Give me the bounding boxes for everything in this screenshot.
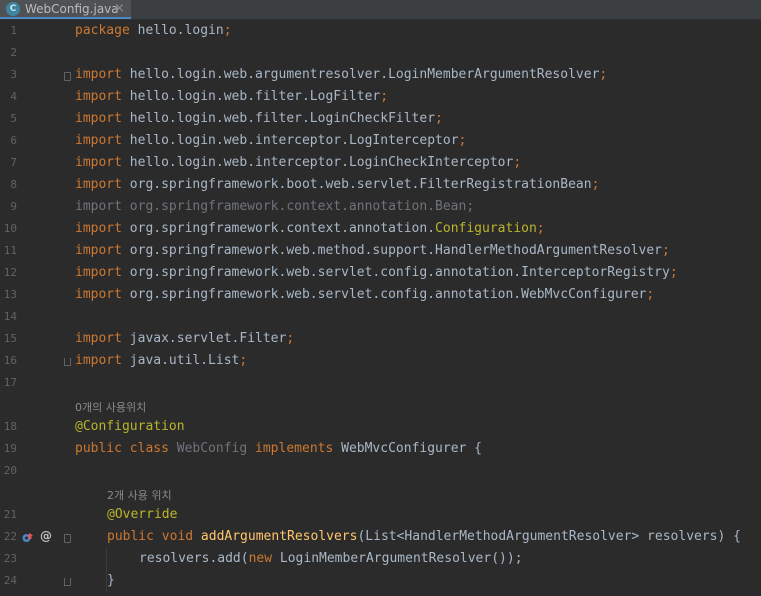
line-number: 5 — [10, 112, 17, 125]
code-line: 10 import org.springframework.context.an… — [0, 219, 761, 241]
code-line: 19 public class WebConfig implements Web… — [0, 439, 761, 461]
usages-hint[interactable]: 2개 사용 위치 — [107, 487, 172, 503]
code-line: 2 — [0, 43, 761, 65]
inlay-hint-line: 0개의 사용위치 — [0, 395, 761, 417]
code-line: 17 — [0, 373, 761, 395]
code-line: 7 import hello.login.web.interceptor.Log… — [0, 153, 761, 175]
code-text: import org.springframework.web.method.su… — [75, 243, 670, 258]
code-text: import javax.servlet.Filter; — [75, 331, 295, 346]
line-number: 9 — [10, 200, 17, 213]
code-text: import hello.login.web.filter.LoginCheck… — [75, 111, 443, 126]
code-text: resolvers.add(new LoginMemberArgumentRes… — [139, 551, 523, 566]
line-number: 22 — [3, 530, 17, 543]
line-number: 19 — [3, 442, 17, 455]
code-text: import hello.login.web.interceptor.LogIn… — [75, 133, 467, 148]
code-line: 12 import org.springframework.web.servle… — [0, 263, 761, 285]
line-number: 7 — [10, 156, 17, 169]
code-text: public class WebConfig implements WebMvc… — [75, 441, 483, 456]
annotation-text: @Configuration — [75, 419, 185, 434]
code-line: 3 import hello.login.web.argumentresolve… — [0, 65, 761, 87]
line-number: 6 — [10, 134, 17, 147]
close-icon[interactable]: × — [114, 1, 125, 16]
code-text: import java.util.List; — [75, 353, 248, 368]
code-line: 16 import java.util.List; — [0, 351, 761, 373]
line-number: 11 — [3, 244, 17, 257]
code-editor[interactable]: 1 package hello.login; 2 3 import hello.… — [0, 20, 761, 596]
overrides-method-icon[interactable] — [22, 532, 33, 543]
line-number: 17 — [3, 376, 17, 389]
fold-toggle-icon[interactable] — [64, 534, 71, 543]
line-number: 1 — [10, 24, 17, 37]
line-number: 8 — [10, 178, 17, 191]
line-number: 3 — [10, 68, 17, 81]
tab-label: WebConfig.java — [25, 2, 119, 16]
at-icon[interactable]: @ — [40, 529, 52, 543]
code-text: public void addArgumentResolvers(List<Ha… — [107, 529, 741, 544]
code-text: import hello.login.web.argumentresolver.… — [75, 67, 608, 82]
code-text: import org.springframework.context.annot… — [75, 221, 545, 236]
code-line: 13 import org.springframework.web.servle… — [0, 285, 761, 307]
code-line: 8 import org.springframework.boot.web.se… — [0, 175, 761, 197]
line-number: 13 — [3, 288, 17, 301]
code-text: } — [107, 573, 115, 588]
line-number: 24 — [3, 574, 17, 587]
code-line: 4 import hello.login.web.filter.LogFilte… — [0, 87, 761, 109]
line-number: 12 — [3, 266, 17, 279]
code-line: 5 import hello.login.web.filter.LoginChe… — [0, 109, 761, 131]
tab-webconfig-java[interactable]: C WebConfig.java × — [0, 0, 131, 19]
line-number: 16 — [3, 354, 17, 367]
code-line: 14 — [0, 307, 761, 329]
code-text: import org.springframework.web.servlet.c… — [75, 265, 678, 280]
usages-hint[interactable]: 0개의 사용위치 — [75, 399, 146, 415]
code-text: import hello.login.web.filter.LogFilter; — [75, 89, 389, 104]
code-line: 23 resolvers.add(new LoginMemberArgument… — [0, 549, 761, 571]
line-number: 20 — [3, 464, 17, 477]
code-text: package hello.login; — [75, 23, 232, 38]
code-line: 15 import javax.servlet.Filter; — [0, 329, 761, 351]
code-line: 1 package hello.login; — [0, 21, 761, 43]
fold-end-icon[interactable] — [64, 578, 71, 586]
java-class-icon: C — [6, 2, 20, 16]
line-number: 4 — [10, 90, 17, 103]
code-text: import org.springframework.web.servlet.c… — [75, 287, 655, 302]
fold-toggle-icon[interactable] — [64, 72, 71, 81]
code-line: 18 @Configuration — [0, 417, 761, 439]
code-line: 9 import org.springframework.context.ann… — [0, 197, 761, 219]
line-number: 15 — [3, 332, 17, 345]
line-number: 18 — [3, 420, 17, 433]
code-line: 11 import org.springframework.web.method… — [0, 241, 761, 263]
line-number: 14 — [3, 310, 17, 323]
inlay-hint-line: 2개 사용 위치 — [0, 483, 761, 505]
code-text: import hello.login.web.interceptor.Login… — [75, 155, 522, 170]
line-number: 23 — [3, 552, 17, 565]
line-number: 2 — [10, 46, 17, 59]
annotation-text: @Override — [107, 507, 178, 522]
code-line: 22 @ public void addArgumentResolvers(Li… — [0, 527, 761, 549]
code-line: 24 } — [0, 571, 761, 593]
fold-end-icon[interactable] — [64, 358, 71, 366]
editor-tab-bar: C WebConfig.java × — [0, 0, 761, 20]
code-text: import org.springframework.boot.web.serv… — [75, 177, 600, 192]
line-number: 21 — [3, 508, 17, 521]
line-number: 10 — [3, 222, 17, 235]
code-line: 21 @Override — [0, 505, 761, 527]
code-line: 20 — [0, 461, 761, 483]
unused-import-text: import org.springframework.context.annot… — [75, 199, 475, 214]
code-line: 6 import hello.login.web.interceptor.Log… — [0, 131, 761, 153]
